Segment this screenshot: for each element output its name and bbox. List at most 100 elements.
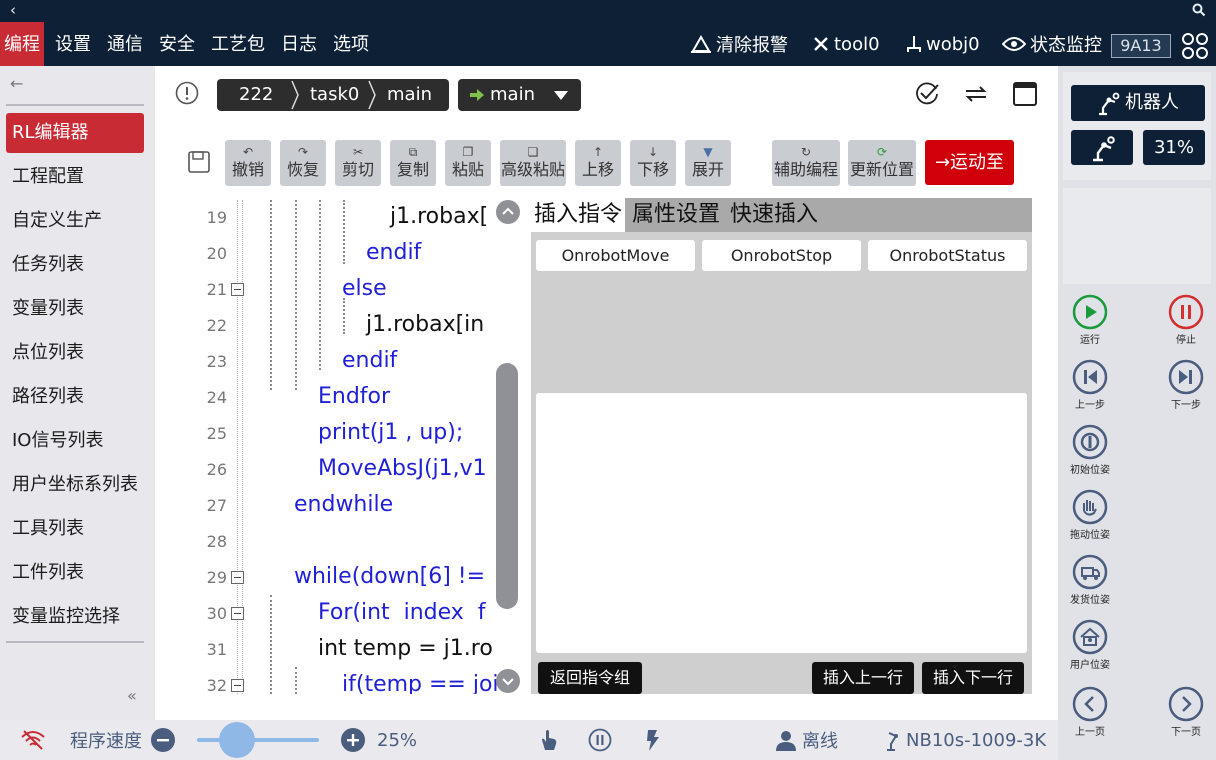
- switch-icon[interactable]: [963, 81, 989, 107]
- sidebar-item-project-config[interactable]: 工程配置: [6, 157, 144, 197]
- window-icon[interactable]: [1012, 81, 1038, 107]
- code-editor[interactable]: 19 20 21 22 23 24 25 26 27 28 29 30 31 3…: [155, 200, 530, 694]
- advanced-paste-button[interactable]: ❏ 高级粘贴: [500, 140, 566, 186]
- sidebar-item-variable-monitor[interactable]: 变量监控选择: [6, 597, 144, 637]
- back-to-group-button[interactable]: 返回指令组: [538, 662, 642, 694]
- sidebar-item-custom-production[interactable]: 自定义生产: [6, 201, 144, 241]
- tab-property-settings[interactable]: 属性设置: [629, 198, 723, 232]
- arrow-left-icon[interactable]: ←: [10, 74, 23, 93]
- move-up-button[interactable]: ↑ 上移: [575, 140, 621, 186]
- search-icon[interactable]: [1192, 3, 1206, 17]
- hand-icon[interactable]: [539, 720, 559, 760]
- step-forward-button[interactable]: 下一步: [1161, 359, 1211, 411]
- indent-guide: [319, 200, 321, 370]
- assist-programming-button[interactable]: ↻ 辅助编程: [772, 140, 840, 186]
- insert-below-button[interactable]: 插入下一行: [922, 662, 1024, 694]
- ship-pose-button[interactable]: 发货位姿: [1065, 554, 1115, 606]
- speed-increase-button[interactable]: [341, 720, 365, 760]
- tool-selector[interactable]: tool0: [812, 22, 880, 66]
- speed-slider[interactable]: [197, 720, 319, 760]
- apps-grid-icon[interactable]: [1181, 32, 1209, 60]
- menu-item-communication[interactable]: 通信: [107, 22, 143, 66]
- menu-item-options[interactable]: 选项: [333, 22, 369, 66]
- expand-button[interactable]: ▼ 展开: [685, 140, 731, 186]
- undo-label: 撤销: [231, 160, 264, 179]
- next-page-button[interactable]: 下一页: [1161, 686, 1211, 738]
- collapse-sidebar-button[interactable]: «: [127, 686, 137, 705]
- command-button[interactable]: OnrobotMove: [536, 240, 695, 271]
- power-icon[interactable]: [644, 720, 662, 760]
- wobj-selector[interactable]: wobj0: [906, 22, 980, 66]
- drag-pose-button[interactable]: 拖动位姿: [1065, 489, 1115, 541]
- copy-button[interactable]: ⧉ 复制: [390, 140, 436, 186]
- next-page-icon: [1168, 686, 1204, 722]
- insert-above-button[interactable]: 插入上一行: [812, 662, 914, 694]
- sidebar-item-point-list[interactable]: 点位列表: [6, 333, 144, 373]
- slider-track: [197, 722, 319, 758]
- move-to-button[interactable]: →运动至: [925, 140, 1014, 185]
- command-button[interactable]: OnrobotStop: [702, 240, 861, 271]
- menu-item-programming[interactable]: 编程: [0, 22, 44, 66]
- fold-toggle[interactable]: [231, 607, 244, 620]
- sidebar-item-user-frame-list[interactable]: 用户坐标系列表: [6, 465, 144, 505]
- update-position-button[interactable]: ⟳ 更新位置: [848, 140, 916, 186]
- breadcrumb-separator-icon: [368, 80, 376, 110]
- robot-button[interactable]: 机器人: [1071, 85, 1205, 121]
- sidebar-item-tool-list[interactable]: 工具列表: [6, 509, 144, 549]
- pause-circle-icon[interactable]: [588, 720, 612, 760]
- speed-label: 程序速度: [70, 731, 142, 752]
- scroll-up-button[interactable]: [496, 200, 520, 224]
- sidebar-item-task-list[interactable]: 任务列表: [6, 245, 144, 285]
- scroll-down-button[interactable]: [496, 669, 520, 693]
- check-icon[interactable]: [914, 81, 940, 107]
- command-button[interactable]: OnrobotStatus: [868, 240, 1027, 271]
- breadcrumb-task[interactable]: task0: [310, 79, 359, 111]
- menu-item-safety[interactable]: 安全: [159, 22, 195, 66]
- line-number: 20: [206, 244, 227, 263]
- clear-alarm-button[interactable]: 清除报警: [690, 22, 788, 66]
- robot-model-button[interactable]: [1071, 130, 1133, 165]
- slider-knob[interactable]: [218, 722, 255, 758]
- scrollbar-thumb[interactable]: [496, 363, 518, 609]
- status-monitor-button[interactable]: 状态监控: [1002, 22, 1102, 66]
- menu-item-process-package[interactable]: 工艺包: [211, 22, 265, 66]
- fold-toggle[interactable]: [231, 571, 244, 584]
- sidebar-item-path-list[interactable]: 路径列表: [6, 377, 144, 417]
- line-number: 26: [206, 460, 227, 479]
- breadcrumb-routine[interactable]: main: [387, 79, 432, 111]
- info-icon[interactable]: [175, 81, 199, 105]
- plus-icon: [341, 728, 365, 752]
- redo-button[interactable]: ↷ 恢复: [280, 140, 326, 186]
- cut-label: 剪切: [341, 160, 374, 179]
- line-number: 30: [206, 604, 227, 623]
- fold-toggle[interactable]: [231, 283, 244, 296]
- refresh-icon: ⟳: [876, 145, 888, 159]
- redo-label: 恢复: [286, 160, 319, 179]
- menu-item-log[interactable]: 日志: [281, 22, 317, 66]
- step-back-button[interactable]: 上一步: [1065, 359, 1115, 411]
- sidebar-item-rl-editor[interactable]: RL编辑器: [6, 113, 144, 153]
- move-down-button[interactable]: ↓ 下移: [630, 140, 676, 186]
- breadcrumb-project[interactable]: 222: [239, 79, 273, 111]
- save-icon[interactable]: [187, 150, 211, 174]
- stop-button[interactable]: 停止: [1161, 294, 1211, 346]
- indent-guide: [343, 200, 345, 264]
- sidebar-item-io-signal-list[interactable]: IO信号列表: [6, 421, 144, 461]
- sidebar-item-workpiece-list[interactable]: 工件列表: [6, 553, 144, 593]
- menu-item-settings[interactable]: 设置: [55, 22, 91, 66]
- tab-quick-insert[interactable]: 快速插入: [727, 198, 821, 232]
- home-pose-button[interactable]: 初始位姿: [1065, 424, 1115, 476]
- undo-button[interactable]: ↶ 撤销: [225, 140, 271, 186]
- tab-insert-instruction[interactable]: 插入指令: [531, 198, 626, 232]
- user-pose-button[interactable]: 用户位姿: [1065, 619, 1115, 671]
- paste-button[interactable]: ❐ 粘贴: [445, 140, 491, 186]
- fold-toggle[interactable]: [231, 679, 244, 692]
- sidebar-item-variable-list[interactable]: 变量列表: [6, 289, 144, 329]
- routine-select[interactable]: main: [458, 79, 581, 111]
- cut-button[interactable]: ✂ 剪切: [335, 140, 381, 186]
- speed-decrease-button[interactable]: [151, 720, 175, 760]
- code-line: int temp = j1.ro: [318, 636, 493, 661]
- prev-page-button[interactable]: 上一页: [1065, 686, 1115, 738]
- run-button[interactable]: 运行: [1065, 294, 1115, 346]
- chevron-left-icon[interactable]: ‹: [10, 2, 16, 18]
